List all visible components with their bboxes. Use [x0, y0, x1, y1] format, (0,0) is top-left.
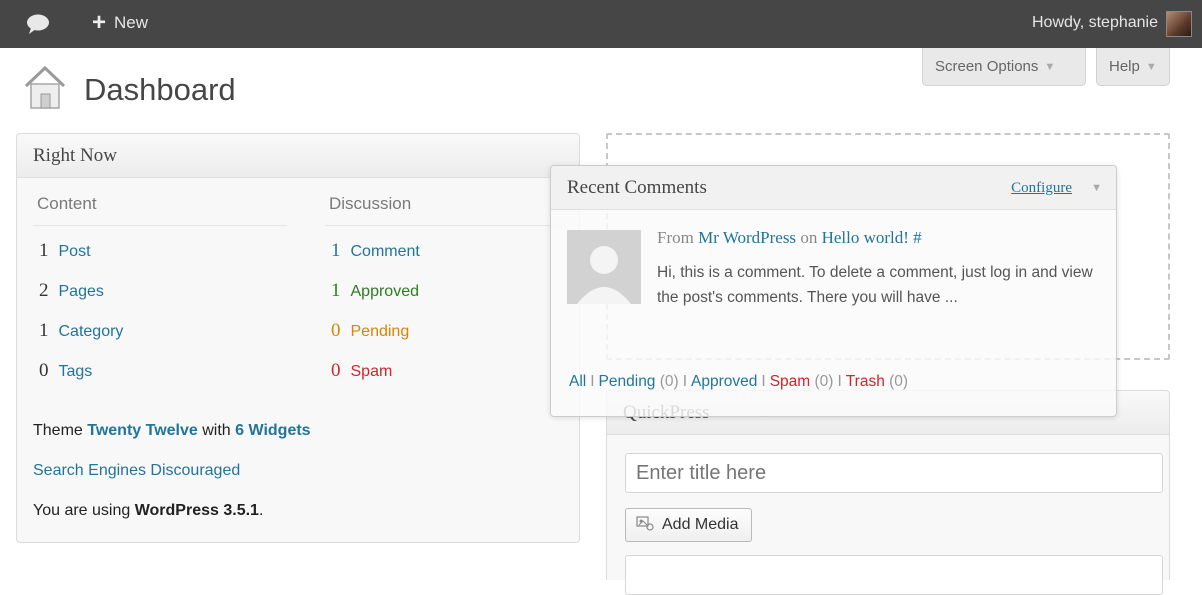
item-count: 1	[39, 240, 49, 261]
user-avatar[interactable]	[1166, 11, 1192, 37]
theme-line: Theme Twenty Twelve with 6 Widgets	[33, 422, 311, 440]
version-suffix: .	[258, 502, 264, 519]
right-now-title[interactable]: Right Now	[17, 134, 579, 178]
wp-version: WordPress 3.5.1	[134, 502, 259, 519]
trash-count: (0)	[889, 373, 909, 390]
toggle-arrow-icon[interactable]: ▼	[1091, 166, 1102, 210]
post-title-input[interactable]	[625, 453, 1163, 493]
item-label[interactable]: Post	[59, 243, 91, 261]
comment-post-link[interactable]: Hello world!	[822, 228, 909, 247]
item-count: 1	[331, 240, 341, 261]
discussion-divider	[325, 225, 565, 226]
comment-author-link[interactable]: Mr WordPress	[698, 228, 796, 247]
content-item-categories[interactable]: 1 Category	[39, 320, 123, 342]
filter-trash-link[interactable]: Trash	[846, 373, 885, 390]
configure-link[interactable]: Configure	[1011, 166, 1072, 210]
theme-prefix: Theme	[33, 422, 83, 439]
screen-options-label: Screen Options	[935, 58, 1039, 75]
page-title: Dashboard	[84, 72, 236, 107]
discussion-item-spam[interactable]: 0 Spam	[331, 360, 392, 382]
new-content-menu[interactable]: + New	[92, 9, 149, 36]
discussion-item-pending[interactable]: 0 Pending	[331, 320, 409, 342]
right-now-widget: Right Now Content Discussion 1 Post 2 Pa…	[16, 133, 580, 543]
filter-pending-link[interactable]: Pending	[599, 373, 656, 390]
item-count: 0	[39, 360, 49, 381]
content-item-pages[interactable]: 2 Pages	[39, 280, 104, 302]
plus-icon: +	[92, 9, 107, 36]
comment-filter-links: All I Pending (0) I Approved I Spam (0) I Trash …	[569, 373, 908, 391]
admin-bar: + New Howdy, stephanie	[0, 0, 1202, 48]
item-label[interactable]: Approved	[351, 283, 420, 301]
screen-options-tab[interactable]: Screen Options ▼	[922, 48, 1086, 86]
discussion-item-comments[interactable]: 1 Comment	[331, 240, 420, 262]
item-count: 1	[331, 280, 341, 301]
recent-comments-heading: Recent Comments	[567, 177, 707, 198]
search-engines-link[interactable]: Search Engines Discouraged	[33, 462, 240, 480]
comment-meta: From Mr WordPress on Hello world! #	[657, 228, 922, 248]
version-line: You are using WordPress 3.5.1.	[33, 502, 263, 520]
comments-bubble-icon[interactable]	[26, 14, 50, 39]
dashboard-house-icon	[22, 64, 68, 117]
help-label: Help	[1109, 58, 1140, 75]
widgets-link[interactable]: 6 Widgets	[235, 422, 310, 439]
new-label: New	[114, 13, 149, 32]
help-tab[interactable]: Help ▼	[1096, 48, 1170, 86]
media-icon	[636, 515, 654, 536]
theme-with: with	[202, 422, 231, 439]
content-heading: Content	[37, 194, 97, 213]
add-media-button[interactable]: Add Media	[625, 508, 752, 542]
comment-permalink[interactable]: #	[913, 228, 922, 247]
quickpress-widget: QuickPress Add Media	[606, 390, 1170, 595]
content-item-posts[interactable]: 1 Post	[39, 240, 91, 262]
item-label[interactable]: Comment	[351, 243, 420, 261]
recent-comments-widget[interactable]: Recent Comments Configure ▼ From Mr Word…	[550, 165, 1117, 417]
item-count: 0	[331, 360, 341, 381]
comment-excerpt: Hi, this is a comment. To delete a comme…	[657, 264, 1093, 306]
howdy-greeting[interactable]: Howdy, stephanie	[1032, 14, 1158, 32]
separator: I	[682, 373, 688, 390]
item-count: 1	[39, 320, 49, 341]
filter-all-link[interactable]: All	[569, 373, 586, 390]
recent-comments-title[interactable]: Recent Comments Configure ▼	[551, 166, 1116, 210]
from-label: From	[657, 228, 694, 247]
item-label[interactable]: Tags	[59, 363, 93, 381]
chevron-down-icon: ▼	[1145, 60, 1157, 73]
version-prefix: You are using	[33, 502, 131, 519]
separator: I	[761, 373, 766, 390]
item-label[interactable]: Spam	[351, 363, 393, 381]
theme-link[interactable]: Twenty Twelve	[87, 422, 198, 439]
discussion-item-approved[interactable]: 1 Approved	[331, 280, 419, 302]
item-count: 0	[331, 320, 341, 341]
discussion-heading: Discussion	[329, 194, 412, 213]
item-label[interactable]: Pages	[59, 283, 104, 301]
item-count: 2	[39, 280, 49, 301]
item-label[interactable]: Category	[59, 323, 124, 341]
pending-count: (0)	[659, 373, 679, 390]
content-editor[interactable]	[625, 555, 1163, 595]
add-media-label: Add Media	[662, 516, 739, 533]
on-label: on	[800, 228, 818, 247]
separator: I	[590, 373, 595, 390]
separator: I	[837, 373, 842, 390]
item-label[interactable]: Pending	[351, 323, 410, 341]
filter-approved-link[interactable]: Approved	[691, 373, 757, 390]
commenter-avatar	[567, 230, 641, 304]
content-divider	[33, 225, 287, 226]
chevron-down-icon: ▼	[1044, 60, 1056, 73]
spam-count: (0)	[814, 373, 834, 390]
content-item-tags[interactable]: 0 Tags	[39, 360, 92, 382]
filter-spam-link[interactable]: Spam	[770, 373, 811, 390]
